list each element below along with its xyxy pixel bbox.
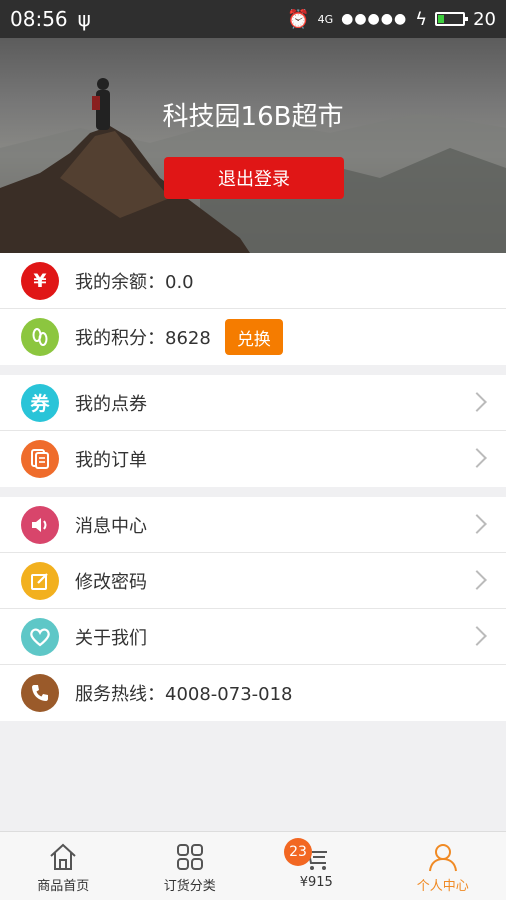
network-type: 4G [317, 12, 334, 26]
tab-home-label: 商品首页 [37, 879, 90, 894]
grid-icon [176, 844, 203, 870]
cart-badge: 23 [284, 838, 312, 866]
phone-icon [21, 674, 59, 712]
tab-category-label: 订货分类 [163, 879, 216, 894]
battery-icon [435, 12, 469, 26]
coupon-icon: 券 [21, 383, 59, 422]
signal-icon: ●●●●● [341, 11, 408, 27]
balance-row: ¥ 我的余额：0.0 [0, 253, 506, 309]
charging-icon: ϟ [415, 8, 428, 30]
battery-level: 20 [473, 8, 496, 30]
messages-label: 消息中心 [75, 515, 147, 537]
coupons-label: 我的点券 [75, 393, 147, 415]
bottom-nav: 商品首页 订货分类 ¥915 个人中心 23 [0, 831, 506, 900]
orders-label: 我的订单 [75, 450, 147, 471]
edit-icon [21, 561, 59, 600]
tab-profile[interactable]: 个人中心 [380, 832, 506, 900]
store-name: 科技园16B超市 [162, 102, 344, 132]
about-row[interactable]: 关于我们 [0, 609, 506, 665]
tab-home[interactable]: 商品首页 [0, 832, 127, 900]
profile-banner: 科技园16B超市 退出登录 [0, 38, 506, 253]
alarm-icon: ⏰ [287, 8, 310, 30]
hotline-label: 服务热线：4008-073-018 [75, 684, 293, 705]
settings-group: 消息中心 修改密码 关于我们 服务热线：4008-073-018 [0, 497, 506, 721]
chevron-right-icon [467, 626, 487, 646]
status-time: 08:56 [10, 7, 68, 31]
points-label: 我的积分：8628 [75, 328, 211, 349]
exchange-button[interactable]: 兑换 [224, 319, 283, 355]
about-label: 关于我们 [75, 627, 147, 649]
points-row: 我的积分：8628 兑换 [0, 309, 506, 365]
hotline-row[interactable]: 服务热线：4008-073-018 [0, 665, 506, 721]
document-icon [21, 440, 59, 478]
tab-cart-label: ¥915 [299, 875, 333, 890]
password-row[interactable]: 修改密码 [0, 553, 506, 609]
tab-profile-label: 个人中心 [416, 879, 469, 894]
messages-row[interactable]: 消息中心 [0, 497, 506, 553]
mountain-background-image [0, 78, 506, 253]
chevron-right-icon [467, 514, 487, 534]
speaker-icon [21, 505, 59, 544]
balance-label: 我的余额：0.0 [75, 271, 194, 293]
coupons-row[interactable]: 券 我的点券 [0, 375, 506, 431]
chevron-right-icon [467, 570, 487, 590]
yuan-icon: ¥ [21, 261, 59, 300]
account-group: ¥ 我的余额：0.0 我的积分：8628 兑换 [0, 253, 506, 365]
tab-cart[interactable]: ¥915 [253, 832, 380, 900]
footprint-icon [21, 318, 59, 356]
person-icon [428, 844, 457, 872]
orders-group: 券 我的点券 我的订单 [0, 375, 506, 487]
heart-icon [21, 617, 59, 656]
home-icon [50, 843, 76, 870]
chevron-right-icon [467, 392, 487, 412]
orders-row[interactable]: 我的订单 [0, 431, 506, 487]
chevron-right-icon [467, 448, 487, 468]
status-bar: 08:56 ψ ⏰ 4G ●●●●● ϟ 20 [0, 0, 506, 38]
password-label: 修改密码 [75, 571, 147, 593]
logout-button[interactable]: 退出登录 [164, 157, 344, 199]
usb-icon: ψ [77, 7, 91, 31]
tab-category[interactable]: 订货分类 [127, 832, 254, 900]
